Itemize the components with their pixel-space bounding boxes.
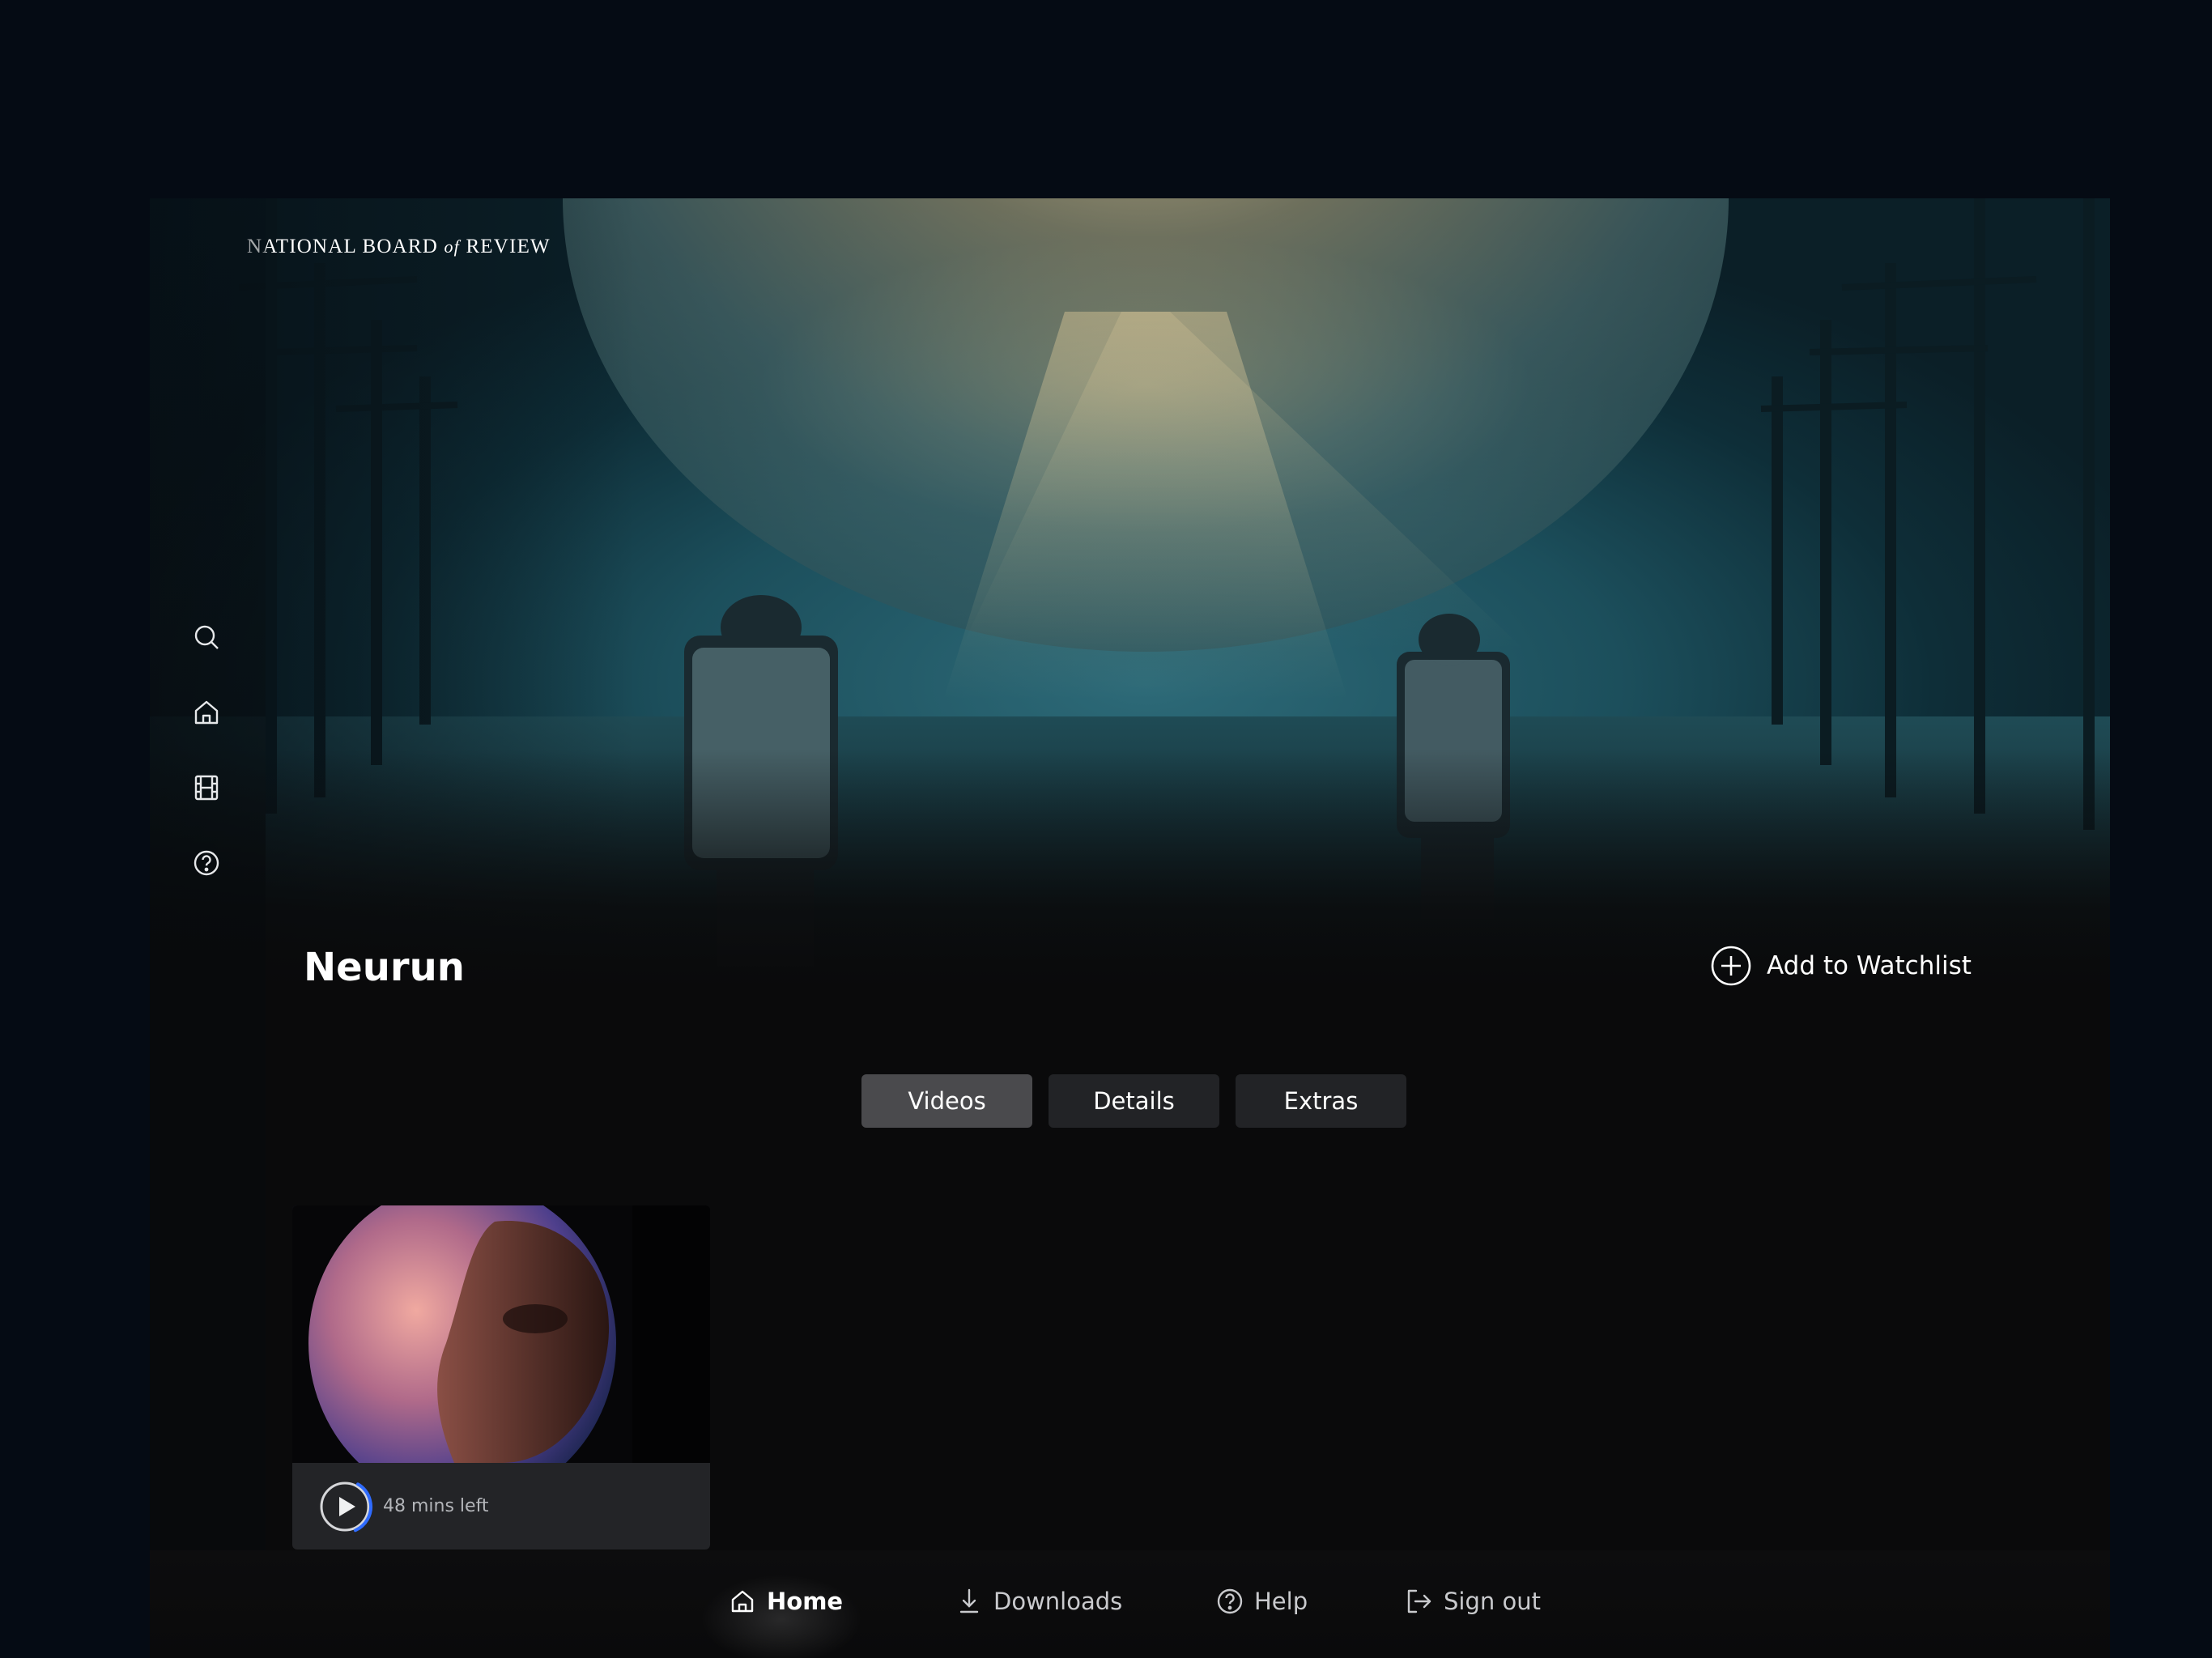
movie-title: Neurun xyxy=(304,945,465,990)
search-icon[interactable] xyxy=(190,621,223,653)
video-thumbnail[interactable] xyxy=(292,1205,710,1463)
brand-logo: NATIONAL BOARD of REVIEW xyxy=(247,236,551,258)
nav-downloads[interactable]: Downloads xyxy=(955,1581,1122,1622)
add-to-watchlist-button[interactable]: Add to Watchlist xyxy=(1710,943,1972,988)
home-icon[interactable] xyxy=(190,696,223,729)
download-icon xyxy=(959,1588,979,1613)
help-icon[interactable] xyxy=(190,847,223,879)
film-icon[interactable] xyxy=(190,772,223,804)
sign-out-icon xyxy=(1407,1589,1431,1613)
tab-videos[interactable]: Videos xyxy=(861,1074,1032,1128)
tab-bar: Videos Details Extras xyxy=(861,1074,1406,1128)
play-icon[interactable] xyxy=(317,1478,373,1535)
nav-sign-out-label: Sign out xyxy=(1444,1588,1541,1615)
logo-end-text: REVIEW xyxy=(466,236,551,257)
tab-extras[interactable]: Extras xyxy=(1236,1074,1406,1128)
logo-main-text: NATIONAL BOARD xyxy=(247,236,439,257)
tab-details[interactable]: Details xyxy=(1049,1074,1219,1128)
bottom-nav: Home Downloads Help Sign out xyxy=(150,1550,2110,1658)
home-icon xyxy=(731,1590,754,1613)
plus-circle-icon xyxy=(1711,946,1751,986)
nav-home[interactable]: Home xyxy=(728,1581,843,1622)
video-card-footer: 48 mins left xyxy=(292,1463,710,1550)
nav-help[interactable]: Help xyxy=(1215,1581,1308,1622)
nav-help-label: Help xyxy=(1254,1588,1308,1615)
nav-downloads-label: Downloads xyxy=(993,1588,1123,1615)
app-frame: NATIONAL BOARD of REVIEW Neurun Add to W… xyxy=(150,198,2110,1658)
help-icon xyxy=(1217,1588,1243,1614)
video-card[interactable]: 48 mins left xyxy=(292,1205,710,1550)
time-left-label: 48 mins left xyxy=(383,1496,489,1516)
nav-sign-out[interactable]: Sign out xyxy=(1405,1581,1541,1622)
hero-banner: NATIONAL BOARD of REVIEW xyxy=(150,198,2110,992)
logo-italic-text: of xyxy=(444,236,460,257)
watchlist-label: Add to Watchlist xyxy=(1767,951,1972,980)
sidebar xyxy=(150,198,266,1658)
nav-home-label: Home xyxy=(767,1588,844,1615)
thumbnail-artwork xyxy=(292,1205,710,1463)
